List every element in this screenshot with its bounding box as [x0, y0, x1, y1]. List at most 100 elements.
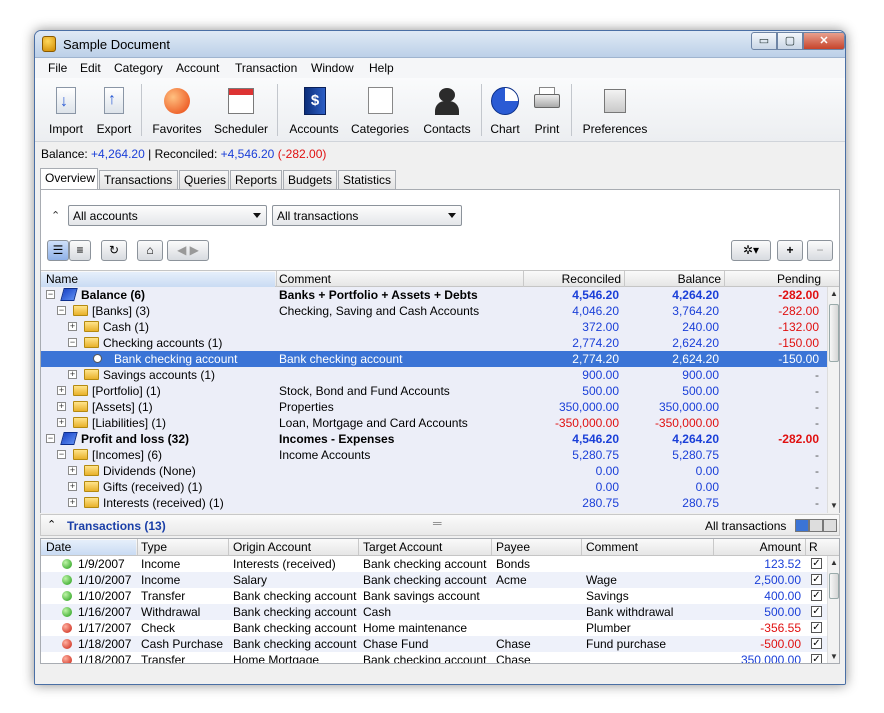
transaction-row[interactable]: 1/10/2007 Income Salary Bank checking accou… [41, 572, 827, 588]
col-target[interactable]: Target Account [363, 540, 442, 555]
transaction-row[interactable]: 1/18/2007 Transfer Home Mortgage Bank check… [41, 652, 827, 663]
collapse-icon[interactable]: − [68, 338, 77, 347]
tree-row[interactable]: − Checking accounts (1) 2,774.20 2,624.20 -1… [41, 335, 827, 351]
view-option-1[interactable] [795, 519, 809, 532]
scroll-up-icon[interactable]: ▲ [830, 558, 838, 567]
tree-view-button[interactable]: ☰ [47, 240, 69, 261]
menu-file[interactable]: File [48, 61, 67, 75]
tab-reports[interactable]: Reports [230, 170, 282, 189]
back-forward-buttons[interactable]: ◀ ▶ [167, 240, 209, 261]
transaction-row[interactable]: 1/18/2007 Cash Purchase Bank checking acco… [41, 636, 827, 652]
accounts-button[interactable]: $ Accounts [285, 78, 343, 142]
col-date[interactable]: Date [41, 540, 136, 555]
tree-scrollbar[interactable]: ▲ ▼ [827, 287, 839, 513]
expand-icon[interactable]: + [57, 386, 66, 395]
tree-row[interactable]: − [Banks] (3) Checking, Saving and Cash Ac… [41, 303, 827, 319]
scroll-thumb[interactable] [829, 573, 839, 599]
transactions-filter[interactable]: All transactions [272, 205, 462, 226]
title-bar[interactable]: Sample Document ▭ ▢ ✕ [35, 31, 845, 58]
reconciled-checkbox[interactable]: ✓ [811, 574, 822, 585]
preferences-button[interactable]: Preferences [581, 78, 649, 142]
close-button[interactable]: ✕ [803, 32, 845, 50]
chart-button[interactable]: Chart [487, 78, 523, 142]
tree-row[interactable]: − Profit and loss (32) Incomes - Expenses 4… [41, 431, 827, 447]
tree-row[interactable]: + [Portfolio] (1) Stock, Bond and Fund Acc… [41, 383, 827, 399]
tree-row[interactable]: Bank checking account Bank checking accou… [41, 351, 827, 367]
favorites-button[interactable]: Favorites [149, 78, 205, 142]
col-payee[interactable]: Payee [496, 540, 530, 555]
transactions-scrollbar[interactable]: ▲ ▼ [827, 556, 839, 663]
expand-icon[interactable]: + [68, 498, 77, 507]
tree-row[interactable]: + [Assets] (1) Properties 350,000.00 350,000… [41, 399, 827, 415]
remove-button[interactable]: − [807, 240, 833, 261]
menu-help[interactable]: Help [369, 61, 394, 75]
tab-queries[interactable]: Queries [179, 170, 229, 189]
expand-icon[interactable]: + [57, 418, 66, 427]
menu-edit[interactable]: Edit [80, 61, 101, 75]
tree-row[interactable]: + Interests (received) (1) 280.75 280.75 - [41, 495, 827, 511]
collapse-icon[interactable]: − [57, 306, 66, 315]
scroll-thumb[interactable] [829, 304, 839, 362]
menu-account[interactable]: Account [176, 61, 219, 75]
col-pending[interactable]: Pending [721, 272, 821, 287]
tree-row[interactable]: + Gifts (received) (1) 0.00 0.00 - [41, 479, 827, 495]
expand-icon[interactable]: + [68, 370, 77, 379]
menu-category[interactable]: Category [114, 61, 163, 75]
col-comment[interactable]: Comment [279, 272, 331, 287]
collapse-icon[interactable]: − [46, 290, 55, 299]
collapse-icon[interactable]: − [57, 450, 66, 459]
menu-transaction[interactable]: Transaction [235, 61, 297, 75]
tree-row[interactable]: + Savings accounts (1) 900.00 900.00 - [41, 367, 827, 383]
import-button[interactable]: ↓ Import [43, 78, 89, 142]
reconciled-checkbox[interactable]: ✓ [811, 590, 822, 601]
transaction-row[interactable]: 1/9/2007 Income Interests (received) Bank c… [41, 556, 827, 572]
flat-view-button[interactable]: ≡ [69, 240, 91, 261]
print-button[interactable]: Print [529, 78, 565, 142]
tab-overview[interactable]: Overview [40, 168, 98, 190]
contacts-button[interactable]: Contacts [419, 78, 475, 142]
menu-window[interactable]: Window [311, 61, 354, 75]
maximize-button[interactable]: ▢ [777, 32, 803, 50]
scheduler-button[interactable]: Scheduler [211, 78, 271, 142]
expand-icon[interactable]: + [57, 402, 66, 411]
reconciled-checkbox[interactable]: ✓ [811, 558, 822, 569]
col-balance[interactable]: Balance [621, 272, 721, 287]
collapse-transactions-icon[interactable]: ⌃ [47, 518, 56, 531]
settings-button[interactable]: ✲▾ [731, 240, 771, 261]
scroll-down-icon[interactable]: ▼ [830, 501, 838, 510]
tab-budgets[interactable]: Budgets [283, 170, 337, 189]
add-button[interactable]: + [777, 240, 803, 261]
categories-button[interactable]: Categories [349, 78, 411, 142]
col-comment[interactable]: Comment [586, 540, 638, 555]
col-reconciled-flag[interactable]: R [809, 540, 818, 555]
reconciled-checkbox[interactable]: ✓ [811, 622, 822, 633]
transaction-row[interactable]: 1/10/2007 Transfer Bank checking account Ba… [41, 588, 827, 604]
collapse-icon[interactable]: − [46, 434, 55, 443]
scroll-down-icon[interactable]: ▼ [830, 652, 838, 661]
view-option-2[interactable] [809, 519, 823, 532]
reconciled-checkbox[interactable]: ✓ [811, 638, 822, 649]
col-reconciled[interactable]: Reconciled [521, 272, 621, 287]
expand-icon[interactable]: + [68, 322, 77, 331]
scroll-up-icon[interactable]: ▲ [830, 289, 838, 298]
tree-row[interactable]: + [Liabilities] (1) Loan, Mortgage and Car… [41, 415, 827, 431]
export-button[interactable]: ↑ Export [93, 78, 135, 142]
reconciled-checkbox[interactable]: ✓ [811, 654, 822, 663]
transaction-row[interactable]: 1/17/2007 Check Bank checking account Home … [41, 620, 827, 636]
expand-icon[interactable]: + [68, 482, 77, 491]
home-button[interactable]: ⌂ [137, 240, 163, 261]
tree-row[interactable]: + Cash (1) 372.00 240.00 -132.00 [41, 319, 827, 335]
refresh-button[interactable]: ↻ [101, 240, 127, 261]
tab-transactions[interactable]: Transactions [99, 170, 178, 189]
tree-row[interactable]: + Dividends (None) 0.00 0.00 - [41, 463, 827, 479]
col-type[interactable]: Type [141, 540, 167, 555]
col-origin[interactable]: Origin Account [233, 540, 311, 555]
expand-icon[interactable]: + [68, 466, 77, 475]
collapse-filters-icon[interactable]: ⌃ [51, 209, 60, 222]
tab-statistics[interactable]: Statistics [338, 170, 396, 189]
splitter-grip-icon[interactable]: ═ [433, 516, 442, 530]
minimize-button[interactable]: ▭ [751, 32, 777, 50]
reconciled-checkbox[interactable]: ✓ [811, 606, 822, 617]
view-option-3[interactable] [823, 519, 837, 532]
col-amount[interactable]: Amount [721, 540, 801, 555]
